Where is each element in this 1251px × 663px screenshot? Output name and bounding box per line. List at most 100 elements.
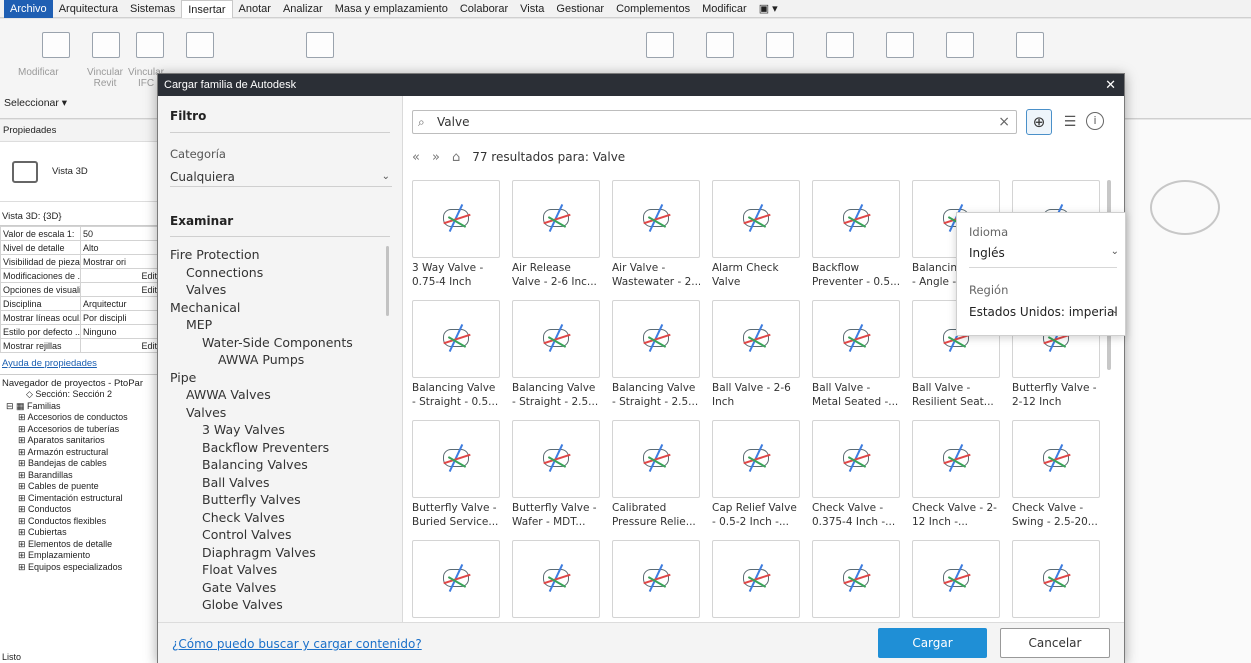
property-value[interactable]: Edit: [80, 282, 160, 297]
link-revit-label[interactable]: Vincular Revit: [80, 67, 130, 89]
family-card[interactable]: Air Release Valve - 2-6 Inc...: [512, 180, 600, 289]
category-select[interactable]: Cualquiera ⌄: [170, 167, 392, 187]
family-card[interactable]: [612, 540, 700, 620]
property-row[interactable]: Mostrar rejillas Edit: [0, 338, 160, 353]
family-card[interactable]: Backflow Preventer - 0.5...: [812, 180, 900, 289]
tree-item[interactable]: ⊞ Bandejas de cables: [2, 458, 157, 470]
property-row[interactable]: Opciones de visuali... Edit: [0, 282, 160, 297]
ribbon-tool-icon[interactable]: [880, 25, 920, 65]
property-row[interactable]: Modificaciones de ... Edit: [0, 268, 160, 283]
ribbon-tab[interactable]: Anotar: [233, 0, 277, 18]
close-icon[interactable]: ✕: [1105, 74, 1116, 96]
property-row[interactable]: Estilo por defecto ... Ninguno: [0, 324, 160, 339]
family-card[interactable]: [1012, 540, 1100, 620]
region-select[interactable]: Estados Unidos: imperial ⌄: [969, 305, 1119, 319]
family-card[interactable]: Butterfly Valve - Wafer - MDT...: [512, 420, 600, 529]
link-ifc-icon[interactable]: [130, 25, 170, 65]
language-select[interactable]: Inglés ⌄: [969, 246, 1119, 260]
ribbon-tab[interactable]: Masa y emplazamiento: [329, 0, 454, 18]
ribbon-tab[interactable]: Colaborar: [454, 0, 514, 18]
ribbon-tab[interactable]: Arquitectura: [53, 0, 124, 18]
ribbon-tool-icon[interactable]: [760, 25, 800, 65]
family-card[interactable]: Ball Valve - 2-6 Inch: [712, 300, 800, 409]
category-tree-item[interactable]: Water-Side Components: [170, 334, 385, 352]
load-button[interactable]: Cargar: [878, 628, 987, 658]
cancel-button[interactable]: Cancelar: [1000, 628, 1110, 658]
tree-item[interactable]: ⊞ Emplazamiento: [2, 550, 157, 562]
category-tree-item[interactable]: Butterfly Valves: [170, 491, 385, 509]
family-card[interactable]: 3 Way Valve -0.75-4 Inch: [412, 180, 500, 289]
tree-item[interactable]: ⊞ Elementos de detalle: [2, 539, 157, 551]
property-row[interactable]: Nivel de detalle Alto: [0, 240, 160, 255]
property-value[interactable]: Mostrar ori: [80, 254, 160, 269]
category-tree-item[interactable]: Check Valves: [170, 509, 385, 527]
view-instance-selector[interactable]: Vista 3D: {3D}: [0, 208, 159, 226]
category-tree-item[interactable]: Gate Valves: [170, 579, 385, 597]
link-revit-icon[interactable]: [86, 25, 126, 65]
ribbon-tab[interactable]: Analizar: [277, 0, 329, 18]
category-tree-item[interactable]: 3 Way Valves: [170, 421, 385, 439]
property-row[interactable]: Valor de escala 1: 50: [0, 226, 160, 241]
ribbon-tool-icon[interactable]: [940, 25, 980, 65]
ribbon-tool-icon[interactable]: [1010, 25, 1050, 65]
ribbon-tab[interactable]: Complementos: [610, 0, 696, 18]
category-tree-item[interactable]: Backflow Preventers: [170, 439, 385, 457]
category-tree-item[interactable]: Balancing Valves: [170, 456, 385, 474]
modify-label[interactable]: Modificar: [18, 67, 59, 78]
category-tree-item[interactable]: Diaphragm Valves: [170, 544, 385, 562]
properties-help-link[interactable]: Ayuda de propiedades: [0, 353, 159, 374]
tree-item[interactable]: ⊞ Cimentación estructural: [2, 493, 157, 505]
category-tree-item[interactable]: Control Valves: [170, 526, 385, 544]
ribbon-tab[interactable]: Vista: [514, 0, 550, 18]
ribbon-tool-icon[interactable]: [820, 25, 860, 65]
family-card[interactable]: Balancing Valve - Straight - 0.5...: [412, 300, 500, 409]
property-value[interactable]: Por discipli: [80, 310, 160, 325]
back-icon[interactable]: «: [412, 150, 420, 165]
category-tree-item[interactable]: Mechanical: [170, 299, 385, 317]
ribbon-tab[interactable]: Gestionar: [550, 0, 610, 18]
language-globe-button[interactable]: ⊕: [1026, 109, 1052, 135]
property-row[interactable]: Disciplina Arquitectur: [0, 296, 160, 311]
category-tree-item[interactable]: Connections: [170, 264, 385, 282]
family-card[interactable]: [412, 540, 500, 620]
tree-item[interactable]: ⊞ Accesorios de conductos: [2, 412, 157, 424]
ribbon-tab[interactable]: Sistemas: [124, 0, 181, 18]
property-value[interactable]: Arquitectur: [80, 296, 160, 311]
family-card[interactable]: Balancing Valve - Straight - 2.5...: [612, 300, 700, 409]
ribbon-tab[interactable]: Modificar: [696, 0, 753, 18]
property-value[interactable]: Edit: [80, 268, 160, 283]
family-card[interactable]: Check Valve - 2- 12 Inch -...: [912, 420, 1000, 529]
type-selector[interactable]: Vista 3D: [0, 142, 159, 202]
tree-item[interactable]: ⊞ Cables de puente: [2, 481, 157, 493]
ribbon-tool-icon[interactable]: [300, 25, 340, 65]
ribbon-tab[interactable]: Archivo: [4, 0, 53, 18]
category-tree-item[interactable]: AWWA Pumps: [170, 351, 385, 369]
tree-item[interactable]: ⊞ Aparatos sanitarios: [2, 435, 157, 447]
category-tree-item[interactable]: Float Valves: [170, 561, 385, 579]
family-card[interactable]: Balancing Valve - Straight - 2.5...: [512, 300, 600, 409]
family-card[interactable]: [812, 540, 900, 620]
family-card[interactable]: Air Valve - Wastewater - 2...: [612, 180, 700, 289]
property-value[interactable]: Ninguno: [80, 324, 160, 339]
tree-item[interactable]: ⊞ Conductos flexibles: [2, 516, 157, 528]
property-value[interactable]: Edit: [80, 338, 160, 353]
tree-item[interactable]: ⊞ Barandillas: [2, 470, 157, 482]
viewcube-icon[interactable]: [1150, 180, 1220, 235]
category-tree-item[interactable]: Pipe: [170, 369, 385, 387]
help-link[interactable]: ¿Cómo puedo buscar y cargar contenido?: [172, 637, 422, 651]
family-card[interactable]: [912, 540, 1000, 620]
tree-item[interactable]: ⊞ Cubiertas: [2, 527, 157, 539]
family-card[interactable]: [512, 540, 600, 620]
family-card[interactable]: Calibrated Pressure Relie...: [612, 420, 700, 529]
tree-item[interactable]: ⊞ Conductos: [2, 504, 157, 516]
family-card[interactable]: [712, 540, 800, 620]
tree-item[interactable]: ⊞ Accesorios de tuberías: [2, 424, 157, 436]
category-tree-item[interactable]: Ball Valves: [170, 474, 385, 492]
modify-tool-icon[interactable]: [36, 25, 76, 65]
select-dropdown[interactable]: Seleccionar ▾: [4, 97, 67, 109]
category-tree-item[interactable]: MEP: [170, 316, 385, 334]
ribbon-tab[interactable]: Insertar: [181, 0, 233, 18]
category-tree-item[interactable]: Valves: [170, 281, 385, 299]
property-value[interactable]: 50: [80, 226, 160, 241]
home-icon[interactable]: ⌂: [452, 150, 460, 165]
